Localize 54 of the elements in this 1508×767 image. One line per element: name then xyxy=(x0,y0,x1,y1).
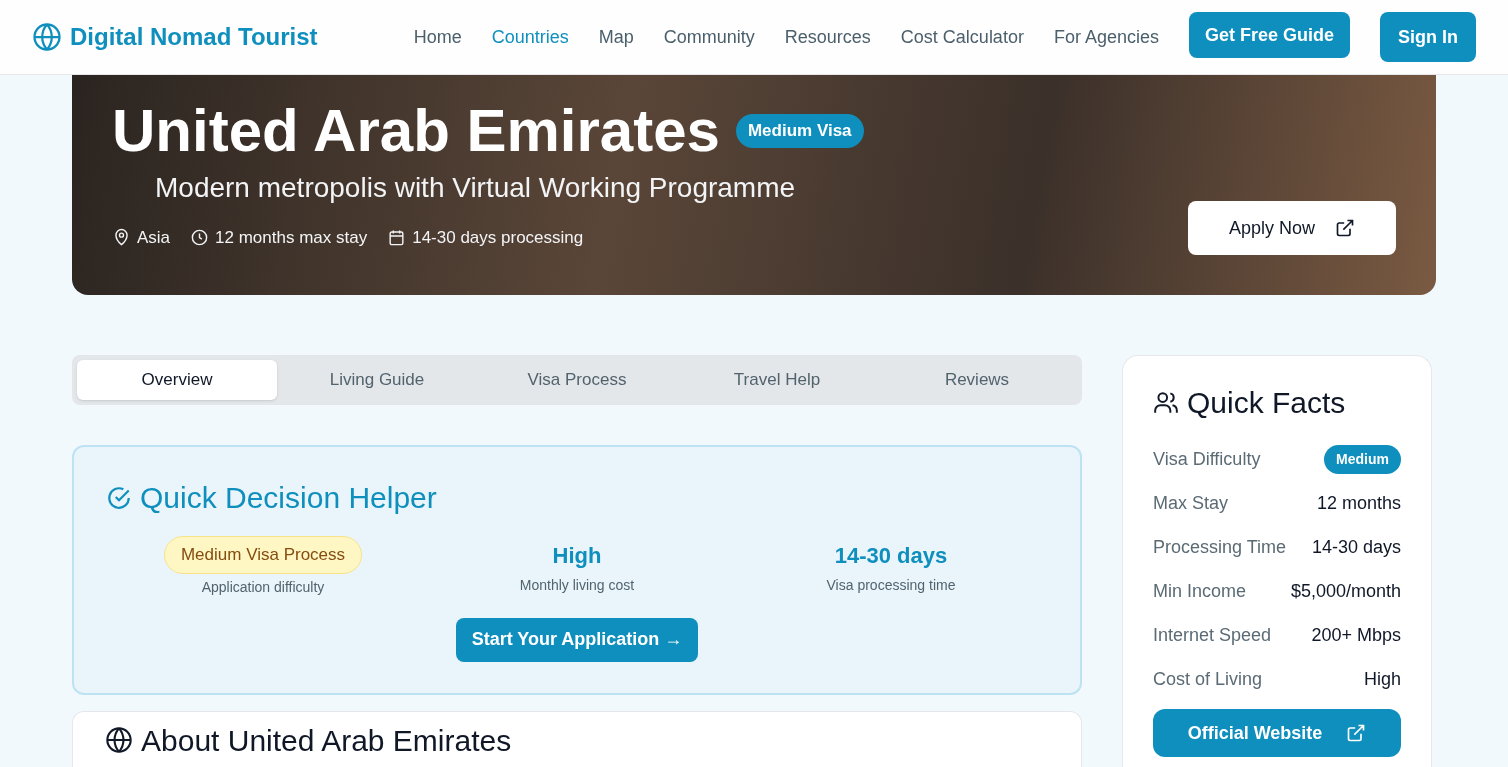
globe-icon xyxy=(105,726,133,754)
visa-badge: Medium Visa xyxy=(735,114,864,148)
section-heading: Quick Decision Helper xyxy=(140,480,437,516)
external-link-icon xyxy=(1335,218,1355,238)
sign-in-button[interactable]: Sign In xyxy=(1380,12,1476,62)
tab[interactable]: Travel Help xyxy=(677,360,877,400)
nav-link[interactable]: Map xyxy=(598,23,634,51)
tab[interactable]: Overview xyxy=(77,360,277,400)
tab[interactable]: Reviews xyxy=(877,360,1077,400)
country-title: United Arab Emirates xyxy=(112,99,720,163)
country-subtitle: Modern metropolis with Virtual Working Programme xyxy=(155,171,797,205)
nav-link[interactable]: Home xyxy=(413,23,462,51)
tab[interactable]: Visa Process xyxy=(477,360,677,400)
apply-now-button[interactable]: Apply Now xyxy=(1188,201,1396,255)
card-heading: Quick Facts xyxy=(1187,385,1346,421)
start-application-button[interactable]: Start Your Application → xyxy=(455,617,699,662)
difficulty-badge: Medium xyxy=(1324,444,1401,474)
stat-caption: Monthly living cost xyxy=(519,576,635,595)
meta-text: 14-30 days processing xyxy=(412,227,584,249)
external-link-icon xyxy=(1346,723,1367,743)
difficulty-badge: Medium Visa Process xyxy=(163,536,363,574)
nav-link[interactable]: Cost Calculator xyxy=(900,23,1024,51)
users-icon xyxy=(1153,389,1179,416)
clock-icon xyxy=(190,228,210,248)
globe-icon xyxy=(32,22,62,52)
fact-value: 12 months xyxy=(1316,491,1401,515)
fact-value: 200+ Mbps xyxy=(1311,623,1401,647)
get-guide-button[interactable]: Get Free Guide xyxy=(1188,12,1350,58)
nav-link[interactable]: For Agencies xyxy=(1053,23,1159,51)
fact-value: 14-30 days xyxy=(1311,535,1401,559)
tab[interactable]: Living Guide xyxy=(277,360,477,400)
fact-label: Min Income xyxy=(1153,579,1247,603)
stat-caption: Visa processing time xyxy=(826,576,956,595)
fact-label: Max Stay xyxy=(1153,491,1229,515)
check-circle-icon xyxy=(106,484,132,511)
nav-link[interactable]: Countries xyxy=(491,23,569,51)
meta-text: 12 months max stay xyxy=(215,227,368,249)
stat-value: 14-30 days xyxy=(834,542,948,570)
fact-value: High xyxy=(1363,667,1401,691)
nav-link[interactable]: Resources xyxy=(784,23,871,51)
fact-label: Internet Speed xyxy=(1153,623,1272,647)
meta-text: Asia xyxy=(137,227,171,249)
nav-link[interactable]: Community xyxy=(663,23,755,51)
calendar-icon xyxy=(387,228,407,248)
fact-label: Processing Time xyxy=(1153,535,1287,559)
site-logo-text[interactable]: Digital Nomad Tourist xyxy=(70,19,318,55)
stat-value: High xyxy=(552,542,602,570)
stat-caption: Application difficulty xyxy=(201,577,325,597)
section-heading: About United Arab Emirates xyxy=(141,726,512,756)
fact-label: Visa Difficulty xyxy=(1153,447,1261,471)
pin-icon xyxy=(112,228,131,248)
fact-label: Cost of Living xyxy=(1153,667,1263,691)
official-website-button[interactable]: Official Website xyxy=(1153,709,1401,757)
fact-value: $5,000/month xyxy=(1290,579,1401,603)
